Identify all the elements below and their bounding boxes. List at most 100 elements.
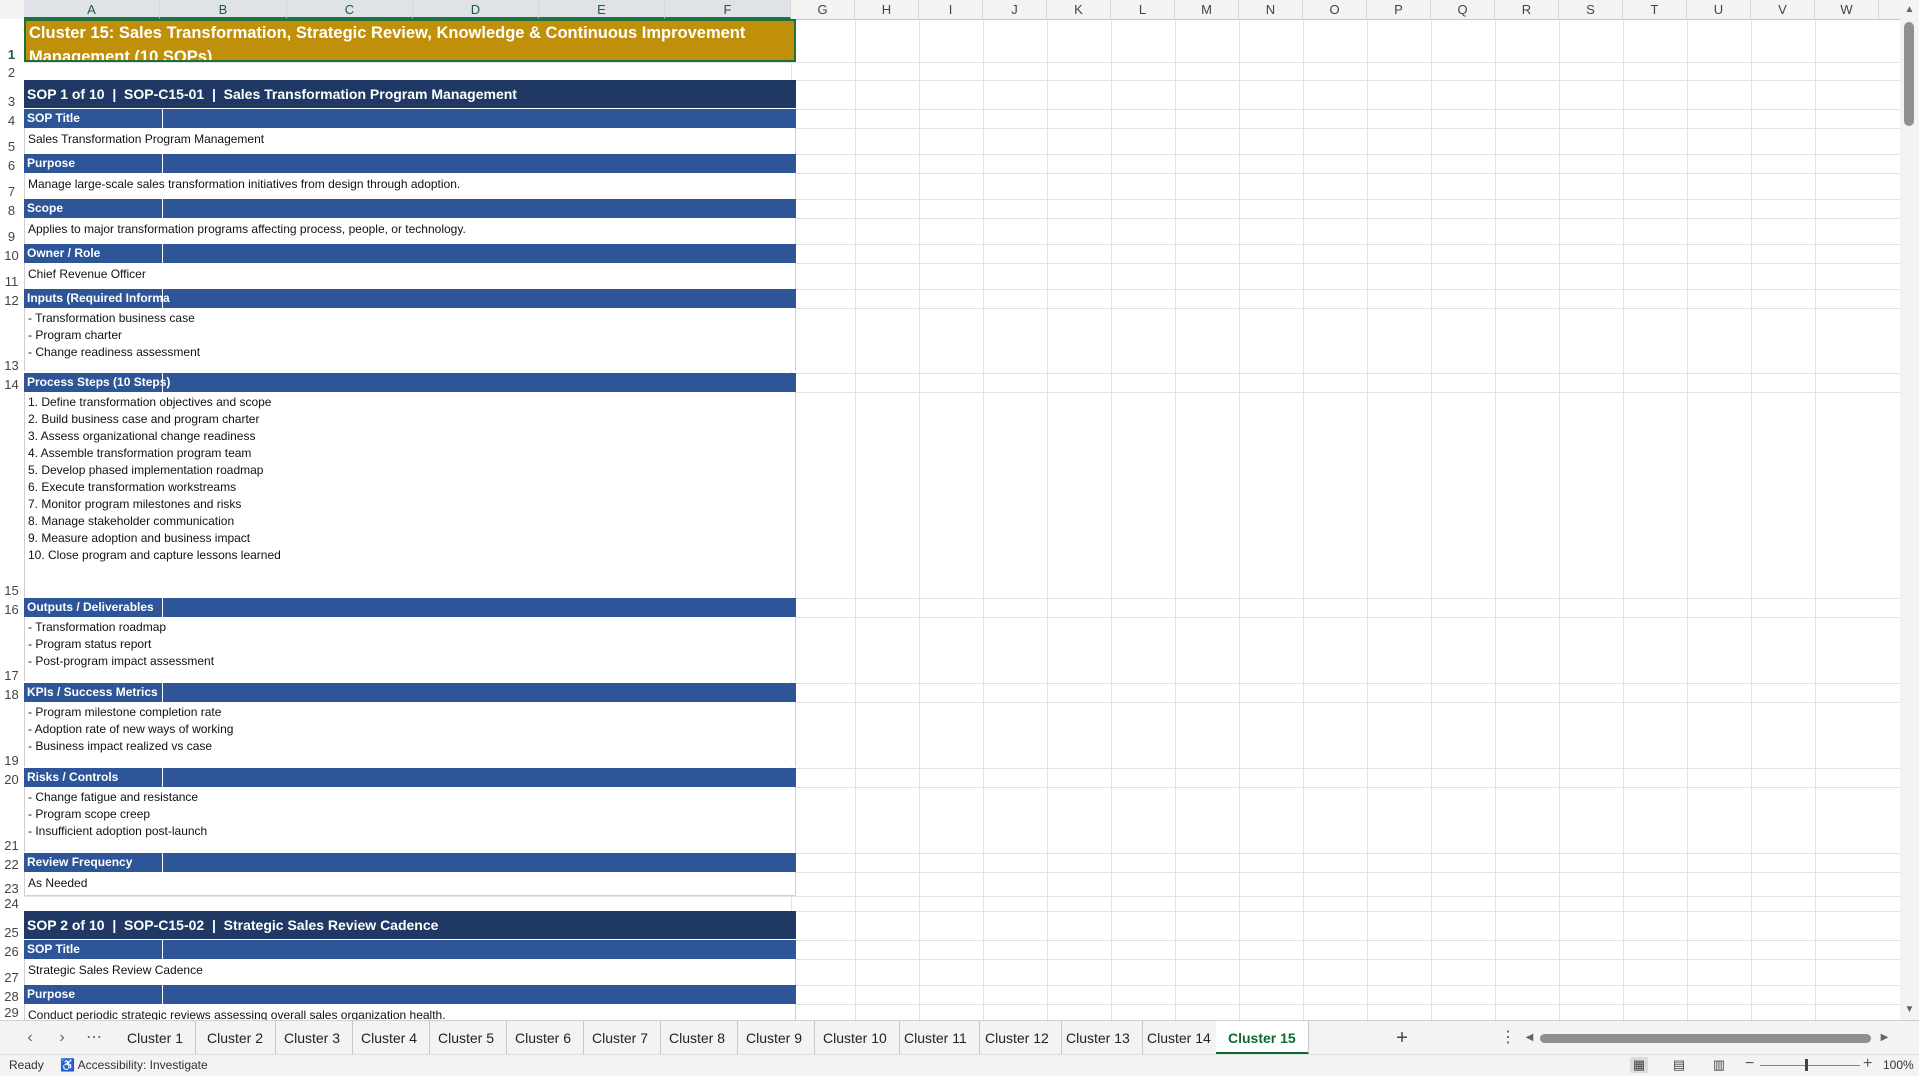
- sop2-title-value[interactable]: Strategic Sales Review Cadence: [24, 959, 796, 985]
- zoom-slider-thumb[interactable]: [1805, 1059, 1808, 1071]
- row-header-24[interactable]: 24: [0, 896, 23, 911]
- more-options-icon[interactable]: ⋮: [1500, 1021, 1516, 1055]
- row-header-11[interactable]: 11: [0, 274, 23, 289]
- row-header-22[interactable]: 22: [0, 857, 23, 872]
- sop1-review-label-row[interactable]: Review Frequency: [24, 853, 796, 872]
- tab-cluster-3[interactable]: Cluster 3: [272, 1021, 354, 1055]
- row-header-15[interactable]: 15: [0, 583, 23, 598]
- column-header-r[interactable]: R: [1495, 0, 1559, 19]
- row-header-9[interactable]: 9: [0, 229, 23, 244]
- sop1-steps-label-row[interactable]: Process Steps (10 Steps): [24, 373, 796, 392]
- page-layout-icon[interactable]: ▤: [1670, 1057, 1688, 1073]
- tab-cluster-13[interactable]: Cluster 13: [1054, 1021, 1143, 1055]
- sop2-purpose-label-row[interactable]: Purpose: [24, 985, 796, 1004]
- tab-cluster-14[interactable]: Cluster 14: [1135, 1021, 1224, 1055]
- zoom-slider[interactable]: [1760, 1065, 1860, 1066]
- row-header-28[interactable]: 28: [0, 989, 23, 1004]
- page-break-icon[interactable]: ▥: [1710, 1057, 1728, 1073]
- column-header-u[interactable]: U: [1687, 0, 1751, 19]
- row-header-18[interactable]: 18: [0, 687, 23, 702]
- row-header-16[interactable]: 16: [0, 602, 23, 617]
- row-header-6[interactable]: 6: [0, 158, 23, 173]
- tab-cluster-1[interactable]: Cluster 1: [115, 1021, 197, 1055]
- row-header-14[interactable]: 14: [0, 377, 23, 392]
- column-header-a[interactable]: A: [24, 0, 160, 19]
- row-header-17[interactable]: 17: [0, 668, 23, 683]
- sop1-kpis-label-row[interactable]: KPIs / Success Metrics: [24, 683, 796, 702]
- tab-cluster-6[interactable]: Cluster 6: [503, 1021, 585, 1055]
- accessibility-status[interactable]: ♿ Accessibility: Investigate: [60, 1058, 208, 1072]
- column-header-l[interactable]: L: [1111, 0, 1175, 19]
- horizontal-scrollbar[interactable]: ◀ ▶: [1520, 1031, 1895, 1045]
- row-header-7[interactable]: 7: [0, 184, 23, 199]
- sop1-inputs-value[interactable]: - Transformation business case - Program…: [24, 308, 796, 371]
- row-header-10[interactable]: 10: [0, 248, 23, 263]
- row-header-23[interactable]: 23: [0, 881, 23, 896]
- sop1-inputs-label-row[interactable]: Inputs (Required Informa: [24, 289, 796, 308]
- tab-cluster-15[interactable]: Cluster 15: [1216, 1021, 1309, 1055]
- column-header-v[interactable]: V: [1751, 0, 1815, 19]
- tab-cluster-2[interactable]: Cluster 2: [195, 1021, 277, 1055]
- row-header-25[interactable]: 25: [0, 925, 23, 940]
- row-header-12[interactable]: 12: [0, 293, 23, 308]
- column-header-n[interactable]: N: [1239, 0, 1303, 19]
- row-header-1[interactable]: 1: [0, 47, 23, 62]
- scroll-right-icon[interactable]: ▶: [1875, 1032, 1894, 1043]
- sop2-header[interactable]: SOP 2 of 10 | SOP-C15-02 | Strategic Sal…: [24, 911, 796, 939]
- zoom-in-icon[interactable]: +: [1863, 1055, 1872, 1073]
- column-header-m[interactable]: M: [1175, 0, 1239, 19]
- sop2-purpose-value[interactable]: Conduct periodic strategic reviews asses…: [24, 1004, 796, 1020]
- sop1-scope-label-row[interactable]: Scope: [24, 199, 796, 218]
- cluster-title-cell[interactable]: Cluster 15: Sales Transformation, Strate…: [24, 19, 796, 62]
- sop1-owner-value[interactable]: Chief Revenue Officer: [24, 263, 796, 289]
- sop1-purpose-label-row[interactable]: Purpose: [24, 154, 796, 173]
- sop1-title-label-row[interactable]: SOP Title: [24, 109, 796, 128]
- column-header-s[interactable]: S: [1559, 0, 1623, 19]
- worksheet-grid[interactable]: Cluster 15: Sales Transformation, Strate…: [24, 19, 1900, 1020]
- sop2-title-label-row[interactable]: SOP Title: [24, 940, 796, 959]
- next-sheet-icon[interactable]: ›: [50, 1021, 74, 1055]
- column-header-p[interactable]: P: [1367, 0, 1431, 19]
- tab-cluster-7[interactable]: Cluster 7: [580, 1021, 662, 1055]
- add-sheet-icon[interactable]: +: [1390, 1021, 1414, 1055]
- horizontal-scroll-thumb[interactable]: [1540, 1034, 1871, 1043]
- tab-cluster-10[interactable]: Cluster 10: [811, 1021, 900, 1055]
- column-header-g[interactable]: G: [791, 0, 855, 19]
- row-header-29[interactable]: 29: [0, 1005, 23, 1020]
- select-all-corner[interactable]: [0, 0, 25, 19]
- sop1-review-value[interactable]: As Needed: [24, 872, 796, 896]
- row-header-27[interactable]: 27: [0, 970, 23, 985]
- column-header-j[interactable]: J: [983, 0, 1047, 19]
- sop1-kpis-value[interactable]: - Program milestone completion rate - Ad…: [24, 702, 796, 767]
- vertical-scrollbar[interactable]: ▲ ▼: [1900, 0, 1919, 1020]
- row-header-4[interactable]: 4: [0, 113, 23, 128]
- row-header-8[interactable]: 8: [0, 203, 23, 218]
- column-header-q[interactable]: Q: [1431, 0, 1495, 19]
- tab-cluster-12[interactable]: Cluster 12: [973, 1021, 1062, 1055]
- sop1-risks-label-row[interactable]: Risks / Controls: [24, 768, 796, 787]
- column-header-w[interactable]: W: [1815, 0, 1879, 19]
- tab-cluster-5[interactable]: Cluster 5: [426, 1021, 508, 1055]
- column-header-h[interactable]: H: [855, 0, 919, 19]
- sop1-header[interactable]: SOP 1 of 10 | SOP-C15-01 | Sales Transfo…: [24, 80, 796, 108]
- row-header-19[interactable]: 19: [0, 753, 23, 768]
- sop1-outputs-label-row[interactable]: Outputs / Deliverables: [24, 598, 796, 617]
- scroll-down-icon[interactable]: ▼: [1900, 1004, 1919, 1015]
- tab-cluster-4[interactable]: Cluster 4: [349, 1021, 431, 1055]
- normal-view-icon[interactable]: ▦: [1630, 1057, 1648, 1073]
- sop1-steps-value[interactable]: 1. Define transformation objectives and …: [24, 392, 796, 598]
- column-header-k[interactable]: K: [1047, 0, 1111, 19]
- zoom-out-icon[interactable]: −: [1745, 1055, 1754, 1073]
- zoom-percent[interactable]: 100%: [1883, 1058, 1914, 1072]
- more-sheets-icon[interactable]: ⋯: [82, 1021, 106, 1055]
- row-header-13[interactable]: 13: [0, 358, 23, 373]
- sop1-scope-value[interactable]: Applies to major transformation programs…: [24, 218, 796, 244]
- column-header-o[interactable]: O: [1303, 0, 1367, 19]
- tab-cluster-8[interactable]: Cluster 8: [657, 1021, 739, 1055]
- scroll-left-icon[interactable]: ◀: [1520, 1032, 1539, 1043]
- column-header-e[interactable]: E: [539, 0, 665, 19]
- row-header-26[interactable]: 26: [0, 944, 23, 959]
- sop1-title-value[interactable]: Sales Transformation Program Management: [24, 128, 796, 154]
- sop1-owner-label-row[interactable]: Owner / Role: [24, 244, 796, 263]
- vertical-scroll-thumb[interactable]: [1904, 22, 1914, 126]
